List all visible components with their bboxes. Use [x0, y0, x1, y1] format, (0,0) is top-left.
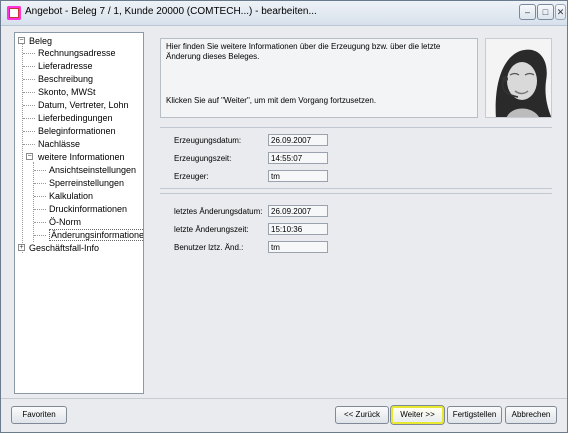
tree-connector: [23, 144, 35, 145]
tree-item-skonto[interactable]: Skonto, MWSt: [38, 86, 96, 98]
erzeuger-field: tm: [268, 170, 328, 182]
tree-guide-line: [22, 43, 23, 253]
tree-connector: [23, 53, 35, 54]
tree-guide-line: [33, 162, 34, 242]
assistant-photo: [485, 38, 552, 118]
aenderungszeit-field: 15:10:36: [268, 223, 328, 235]
tree-item-druckinformationen[interactable]: Druckinformationen: [49, 203, 127, 215]
app-icon: [7, 6, 21, 20]
tree-item-label: Datum, Vertreter, Lohn: [38, 100, 129, 110]
tree-connector: [23, 66, 35, 67]
minimize-button[interactable]: –: [519, 4, 536, 20]
collapse-icon[interactable]: −: [26, 153, 33, 160]
dialog-window: Angebot - Beleg 7 / 1, Kunde 20000 (COMT…: [0, 0, 568, 433]
tree-item-datum[interactable]: Datum, Vertreter, Lohn: [38, 99, 129, 111]
window-title: Angebot - Beleg 7 / 1, Kunde 20000 (COMT…: [25, 6, 317, 17]
tree-item-label: Kalkulation: [49, 191, 94, 201]
tree-connector: [34, 170, 46, 171]
tree-connector: [23, 118, 35, 119]
title-bar[interactable]: Angebot - Beleg 7 / 1, Kunde 20000 (COMT…: [1, 1, 567, 26]
tree-item-label: Nachlässe: [38, 139, 81, 149]
close-button[interactable]: ✕: [555, 4, 566, 20]
tree-item-label: Beleginformationen: [38, 126, 116, 136]
erzeugungsdatum-label: Erzeugungsdatum:: [174, 136, 242, 145]
favoriten-button[interactable]: Favoriten: [11, 406, 67, 424]
maximize-button[interactable]: □: [537, 4, 554, 20]
tree-item-sperreinstellungen[interactable]: Sperreinstellungen: [49, 177, 124, 189]
tree-item-rechnungsadresse[interactable]: Rechnungsadresse: [38, 47, 116, 59]
tree-item-label: Ansichtseinstellungen: [49, 165, 137, 175]
tree-item-label: Beleg: [29, 36, 53, 46]
tree-connector: [34, 183, 46, 184]
expand-icon[interactable]: +: [18, 244, 25, 251]
collapse-icon[interactable]: −: [18, 37, 25, 44]
tree-item-label: Änderungsinformationen: [49, 229, 143, 241]
tree-item-kalkulation[interactable]: Kalkulation: [49, 190, 93, 202]
tree-item-beleginformationen[interactable]: Beleginformationen: [38, 125, 116, 137]
info-hint: Klicken Sie auf "Weiter", um mit dem Vor…: [166, 96, 377, 105]
aenderung-benutzer-label: Benutzer lztz. Änd.:: [174, 243, 244, 252]
info-box: Hier finden Sie weitere Informationen üb…: [160, 38, 478, 118]
aenderungszeit-label: letzte Änderungszeit:: [174, 225, 249, 234]
modification-info-panel: letztes Änderungsdatum: 26.09.2007 letzt…: [160, 193, 552, 265]
tree-connector: [23, 105, 35, 106]
footer-divider: [1, 398, 567, 399]
tree-item-label: Rechnungsadresse: [38, 48, 116, 58]
info-text: Hier finden Sie weitere Informationen üb…: [166, 42, 441, 61]
erzeugungszeit-label: Erzeugungszeit:: [174, 154, 232, 163]
tree-item-label: Geschäftsfall-Info: [29, 243, 100, 253]
tree-item-oe-norm[interactable]: Ö-Norm: [49, 216, 81, 228]
next-button[interactable]: Weiter >>: [391, 406, 444, 424]
tree-connector: [34, 196, 46, 197]
tree-item-label: Ö-Norm: [49, 217, 81, 227]
tree-connector: [23, 92, 35, 93]
tree-item-lieferadresse[interactable]: Lieferadresse: [38, 60, 93, 72]
aenderungsdatum-field: 26.09.2007: [268, 205, 328, 217]
tree-connector: [34, 222, 46, 223]
erzeugungszeit-field: 14:55:07: [268, 152, 328, 164]
tree-item-label: Druckinformationen: [49, 204, 128, 214]
tree-item-nachlaesse[interactable]: Nachlässe: [38, 138, 80, 150]
tree-item-label: Beschreibung: [38, 74, 94, 84]
tree-item-label: Skonto, MWSt: [38, 87, 96, 97]
tree-connector: [23, 131, 35, 132]
aenderung-benutzer-field: tm: [268, 241, 328, 253]
finish-button[interactable]: Fertigstellen: [447, 406, 502, 424]
tree-item-label: weitere Informationen: [38, 152, 125, 162]
tree-item-beschreibung[interactable]: Beschreibung: [38, 73, 93, 85]
tree-item-label: Lieferadresse: [38, 61, 93, 71]
tree-item-label: Lieferbedingungen: [38, 113, 113, 123]
tree-item-ansichtseinstellungen[interactable]: Ansichtseinstellungen: [49, 164, 136, 176]
tree-connector: [23, 79, 35, 80]
tree-connector: [34, 209, 46, 210]
erzeuger-label: Erzeuger:: [174, 172, 209, 181]
cancel-button[interactable]: Abbrechen: [505, 406, 557, 424]
main-panel: Hier finden Sie weitere Informationen üb…: [152, 32, 560, 394]
tree-connector: [34, 235, 46, 236]
aenderungsdatum-label: letztes Änderungsdatum:: [174, 207, 263, 216]
navigation-tree[interactable]: − Beleg Rechnungsadresse Lieferadresse B…: [14, 32, 144, 394]
tree-item-lieferbedingungen[interactable]: Lieferbedingungen: [38, 112, 113, 124]
headset-assistant-icon: [486, 39, 551, 117]
tree-item-label: Sperreinstellungen: [49, 178, 125, 188]
back-button[interactable]: << Zurück: [335, 406, 389, 424]
erzeugungsdatum-field: 26.09.2007: [268, 134, 328, 146]
tree-item-aenderungsinformationen[interactable]: Änderungsinformationen: [49, 229, 143, 241]
creation-info-panel: Erzeugungsdatum: 26.09.2007 Erzeugungsze…: [160, 127, 552, 189]
